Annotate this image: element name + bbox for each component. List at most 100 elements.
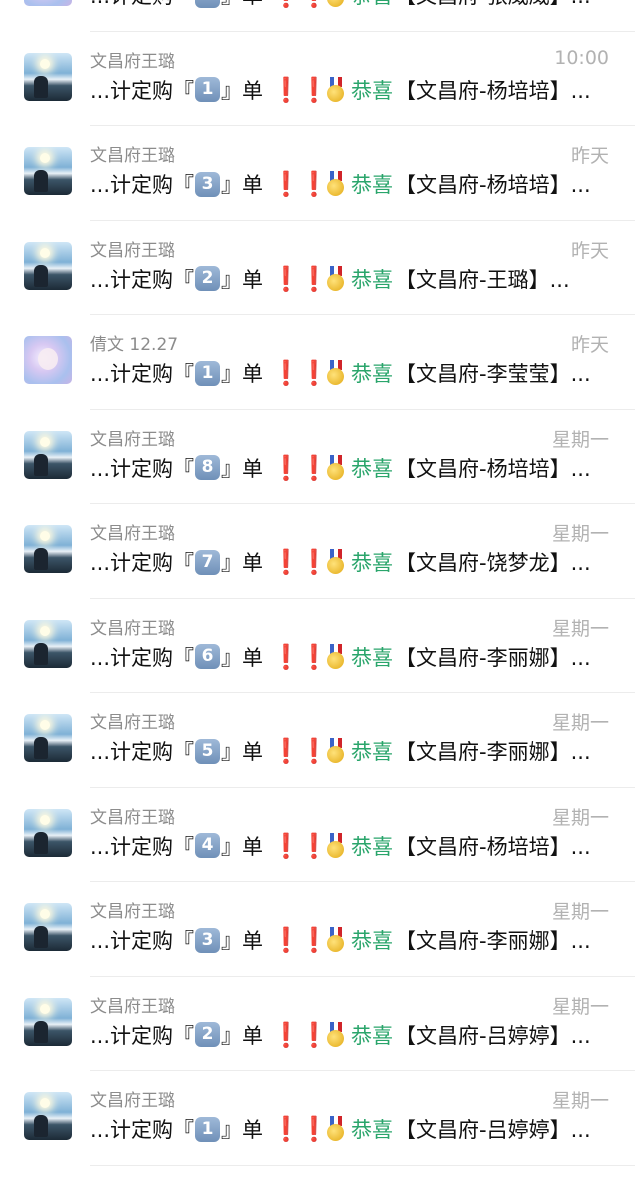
preview-suffix: 』单 [221, 645, 264, 670]
chat-row[interactable]: 文昌府王璐 昨天 ...计定购『 2 』单 ❗ ❗ 恭喜 【文昌府-王璐】... [0, 221, 635, 315]
chat-row[interactable]: 文昌府王璐 昨天 ...计定购『 3 』单 ❗ ❗ 恭喜 【文昌府-杨培培】... [0, 126, 635, 221]
preview-target: 【文昌府-李莹莹】... [395, 362, 591, 386]
number-keycap-icon: 3 [195, 171, 221, 197]
message-preview: ...计定购『 1 』单 ❗ ❗ 恭喜 【文昌府-李莹莹】... [90, 358, 591, 388]
sunset-silhouette-avatar[interactable] [24, 714, 72, 762]
chat-row[interactable]: 文昌府王璐 星期一 ...计定购『 7 』单 ❗ ❗ 恭喜 【文昌府-饶梦龙】... [0, 504, 635, 599]
message-preview: ...计定购『 1 』单 ❗ ❗ 恭喜 【文昌府-吕婷婷】... [90, 1114, 591, 1144]
preview-target: 【文昌府-杨培培】... [395, 834, 591, 859]
message-preview: ...计定购『 2 』单 ❗ ❗ 恭喜 【文昌府-王璐】... [90, 264, 570, 294]
chat-name: 文昌府王璐 [90, 1091, 175, 1111]
chat-time: 10:00 [554, 46, 609, 69]
chat-name: 文昌府王璐 [90, 618, 175, 639]
preview-target: 【文昌府-杨培培】... [395, 78, 591, 103]
medal-icon [325, 171, 347, 197]
chat-time: 星期一 [551, 901, 609, 923]
preview-prefix: ...计定购『 [90, 173, 195, 197]
number-keycap-icon: 8 [195, 455, 221, 480]
medal-icon [325, 927, 347, 953]
preview-prefix: ...计定购『 [90, 78, 195, 103]
sunset-silhouette-avatar[interactable] [24, 619, 72, 668]
anime-girl-avatar[interactable] [24, 0, 72, 6]
chat-row[interactable]: 文昌府王璐 星期一 ...计定购『 2 』单 ❗ ❗ 恭喜 【文昌府-吕婷婷】... [0, 977, 635, 1071]
sunset-silhouette-avatar[interactable] [24, 903, 72, 951]
preview-suffix: 』单 [221, 78, 264, 103]
chat-row[interactable]: ...计定购『2』单 ❗❗ 恭喜【文昌府-张威威】... [0, 0, 635, 32]
preview-suffix: 』单 [221, 362, 264, 386]
chat-name: 文昌府王璐 [90, 713, 175, 733]
congrats-text: 恭喜 [351, 0, 393, 10]
sunset-silhouette-avatar[interactable] [24, 147, 72, 195]
message-preview: ...计定购『 2 』单 ❗ ❗ 恭喜 【文昌府-吕婷婷】... [90, 1020, 591, 1050]
congrats-text: 恭喜 [351, 456, 394, 481]
chat-time: 星期一 [551, 806, 609, 829]
preview-suffix: 』单 [221, 456, 264, 481]
message-preview: ...计定购『2』单 ❗❗ 恭喜【文昌府-张威威】... [90, 0, 591, 10]
exclamation-icon: ❗ [271, 548, 301, 576]
preview-prefix: ...计定购『 [90, 0, 194, 10]
chat-row[interactable]: 倩文 12.27 昨天 ...计定购『 1 』单 ❗ ❗ 恭喜 【文昌府-李莹莹】... [0, 315, 635, 410]
chat-row[interactable]: 文昌府王璐 星期一 ...计定购『 8 』单 ❗ ❗ 恭喜 【文昌府-杨培培】... [0, 410, 635, 504]
preview-target: 【文昌府-杨培培】... [395, 456, 591, 481]
exclamation-icon: ❗ [299, 0, 329, 9]
message-preview: ...计定购『 8 』单 ❗ ❗ 恭喜 【文昌府-杨培培】... [90, 453, 591, 483]
medal-icon [325, 549, 347, 575]
sunset-silhouette-avatar[interactable] [24, 52, 72, 101]
exclamation-icon: ❗ [271, 0, 301, 9]
preview-prefix: ...计定购『 [90, 834, 195, 859]
preview-suffix: 』单 [221, 929, 264, 953]
message-preview: ...计定购『 5 』单 ❗ ❗ 恭喜 【文昌府-李丽娜】... [90, 736, 591, 766]
chat-row[interactable]: 文昌府王璐 星期一 ...计定购『 1 』单 ❗ ❗ 恭喜 【文昌府-吕婷婷】... [0, 1071, 635, 1166]
congrats-text: 恭喜 [351, 267, 394, 292]
preview-suffix: 』单 [221, 173, 264, 197]
medal-icon [325, 265, 347, 292]
chat-row[interactable]: 文昌府王璐 星期一 ...计定购『 5 』单 ❗ ❗ 恭喜 【文昌府-李丽娜】... [0, 693, 635, 788]
message-preview: ...计定购『 3 』单 ❗ ❗ 恭喜 【文昌府-李丽娜】... [90, 925, 591, 955]
anime-girl-avatar[interactable] [24, 336, 72, 384]
medal-icon [325, 832, 347, 859]
congrats-text: 恭喜 [351, 362, 394, 386]
sunset-silhouette-avatar[interactable] [24, 997, 72, 1046]
preview-target: 【文昌府-李丽娜】... [395, 740, 591, 764]
preview-suffix: 』单 [221, 740, 264, 764]
medal-icon [325, 1116, 347, 1142]
sunset-silhouette-avatar[interactable] [24, 1092, 72, 1140]
number-keycap-icon: 3 [195, 927, 221, 953]
preview-prefix: ...计定购『 [90, 1118, 195, 1142]
preview-target: 【文昌府-李丽娜】... [395, 645, 591, 670]
number-keycap-icon: 7 [195, 549, 221, 575]
chat-row[interactable]: 文昌府王璐 10:00 ...计定购『 1 』单 ❗ ❗ 恭喜 【文昌府-杨培培】... [0, 32, 635, 126]
chat-name: 文昌府王璐 [90, 902, 175, 922]
preview-target: 【文昌府-张威威】... [395, 0, 591, 10]
chat-time: 星期一 [551, 617, 609, 640]
preview-target: 【文昌府-饶梦龙】... [395, 551, 591, 575]
chat-row[interactable]: 文昌府王璐 星期一 ...计定购『 4 』单 ❗ ❗ 恭喜 【文昌府-杨培培】... [0, 788, 635, 882]
sunset-silhouette-avatar[interactable] [24, 808, 72, 857]
exclamation-icon: ❗ [271, 1115, 301, 1143]
congrats-text: 恭喜 [351, 740, 394, 764]
sunset-silhouette-avatar[interactable] [24, 430, 72, 479]
number-keycap-icon: 5 [195, 738, 221, 764]
message-preview: ...计定购『 7 』单 ❗ ❗ 恭喜 【文昌府-饶梦龙】... [90, 547, 591, 577]
chat-time: 星期一 [551, 995, 609, 1018]
chat-row[interactable]: 文昌府王璐 星期一 ...计定购『 6 』单 ❗ ❗ 恭喜 【文昌府-李丽娜】... [0, 599, 635, 693]
chat-time: 昨天 [570, 145, 609, 167]
exclamation-icon: ❗ [299, 926, 329, 954]
preview-suffix: 』单 [221, 1118, 264, 1142]
sunset-silhouette-avatar[interactable] [24, 241, 72, 290]
preview-prefix: ...计定购『 [90, 456, 195, 481]
exclamation-icon: ❗ [271, 264, 301, 293]
chat-time: 昨天 [570, 239, 609, 262]
exclamation-icon: ❗ [299, 548, 329, 576]
preview-suffix: 』单 [221, 1023, 264, 1048]
preview-target: 【文昌府-吕婷婷】... [395, 1118, 591, 1142]
chat-row[interactable]: 文昌府王璐 星期一 ...计定购『 3 』单 ❗ ❗ 恭喜 【文昌府-李丽娜】... [0, 882, 635, 977]
exclamation-icon: ❗ [299, 642, 329, 671]
congrats-text: 恭喜 [351, 173, 394, 197]
congrats-text: 恭喜 [351, 551, 394, 575]
number-keycap-icon: 2 [195, 1022, 221, 1047]
preview-suffix: 』单 [221, 834, 264, 859]
sunset-silhouette-avatar[interactable] [24, 525, 72, 573]
chat-time: 星期一 [551, 1090, 609, 1112]
exclamation-icon: ❗ [271, 831, 301, 860]
